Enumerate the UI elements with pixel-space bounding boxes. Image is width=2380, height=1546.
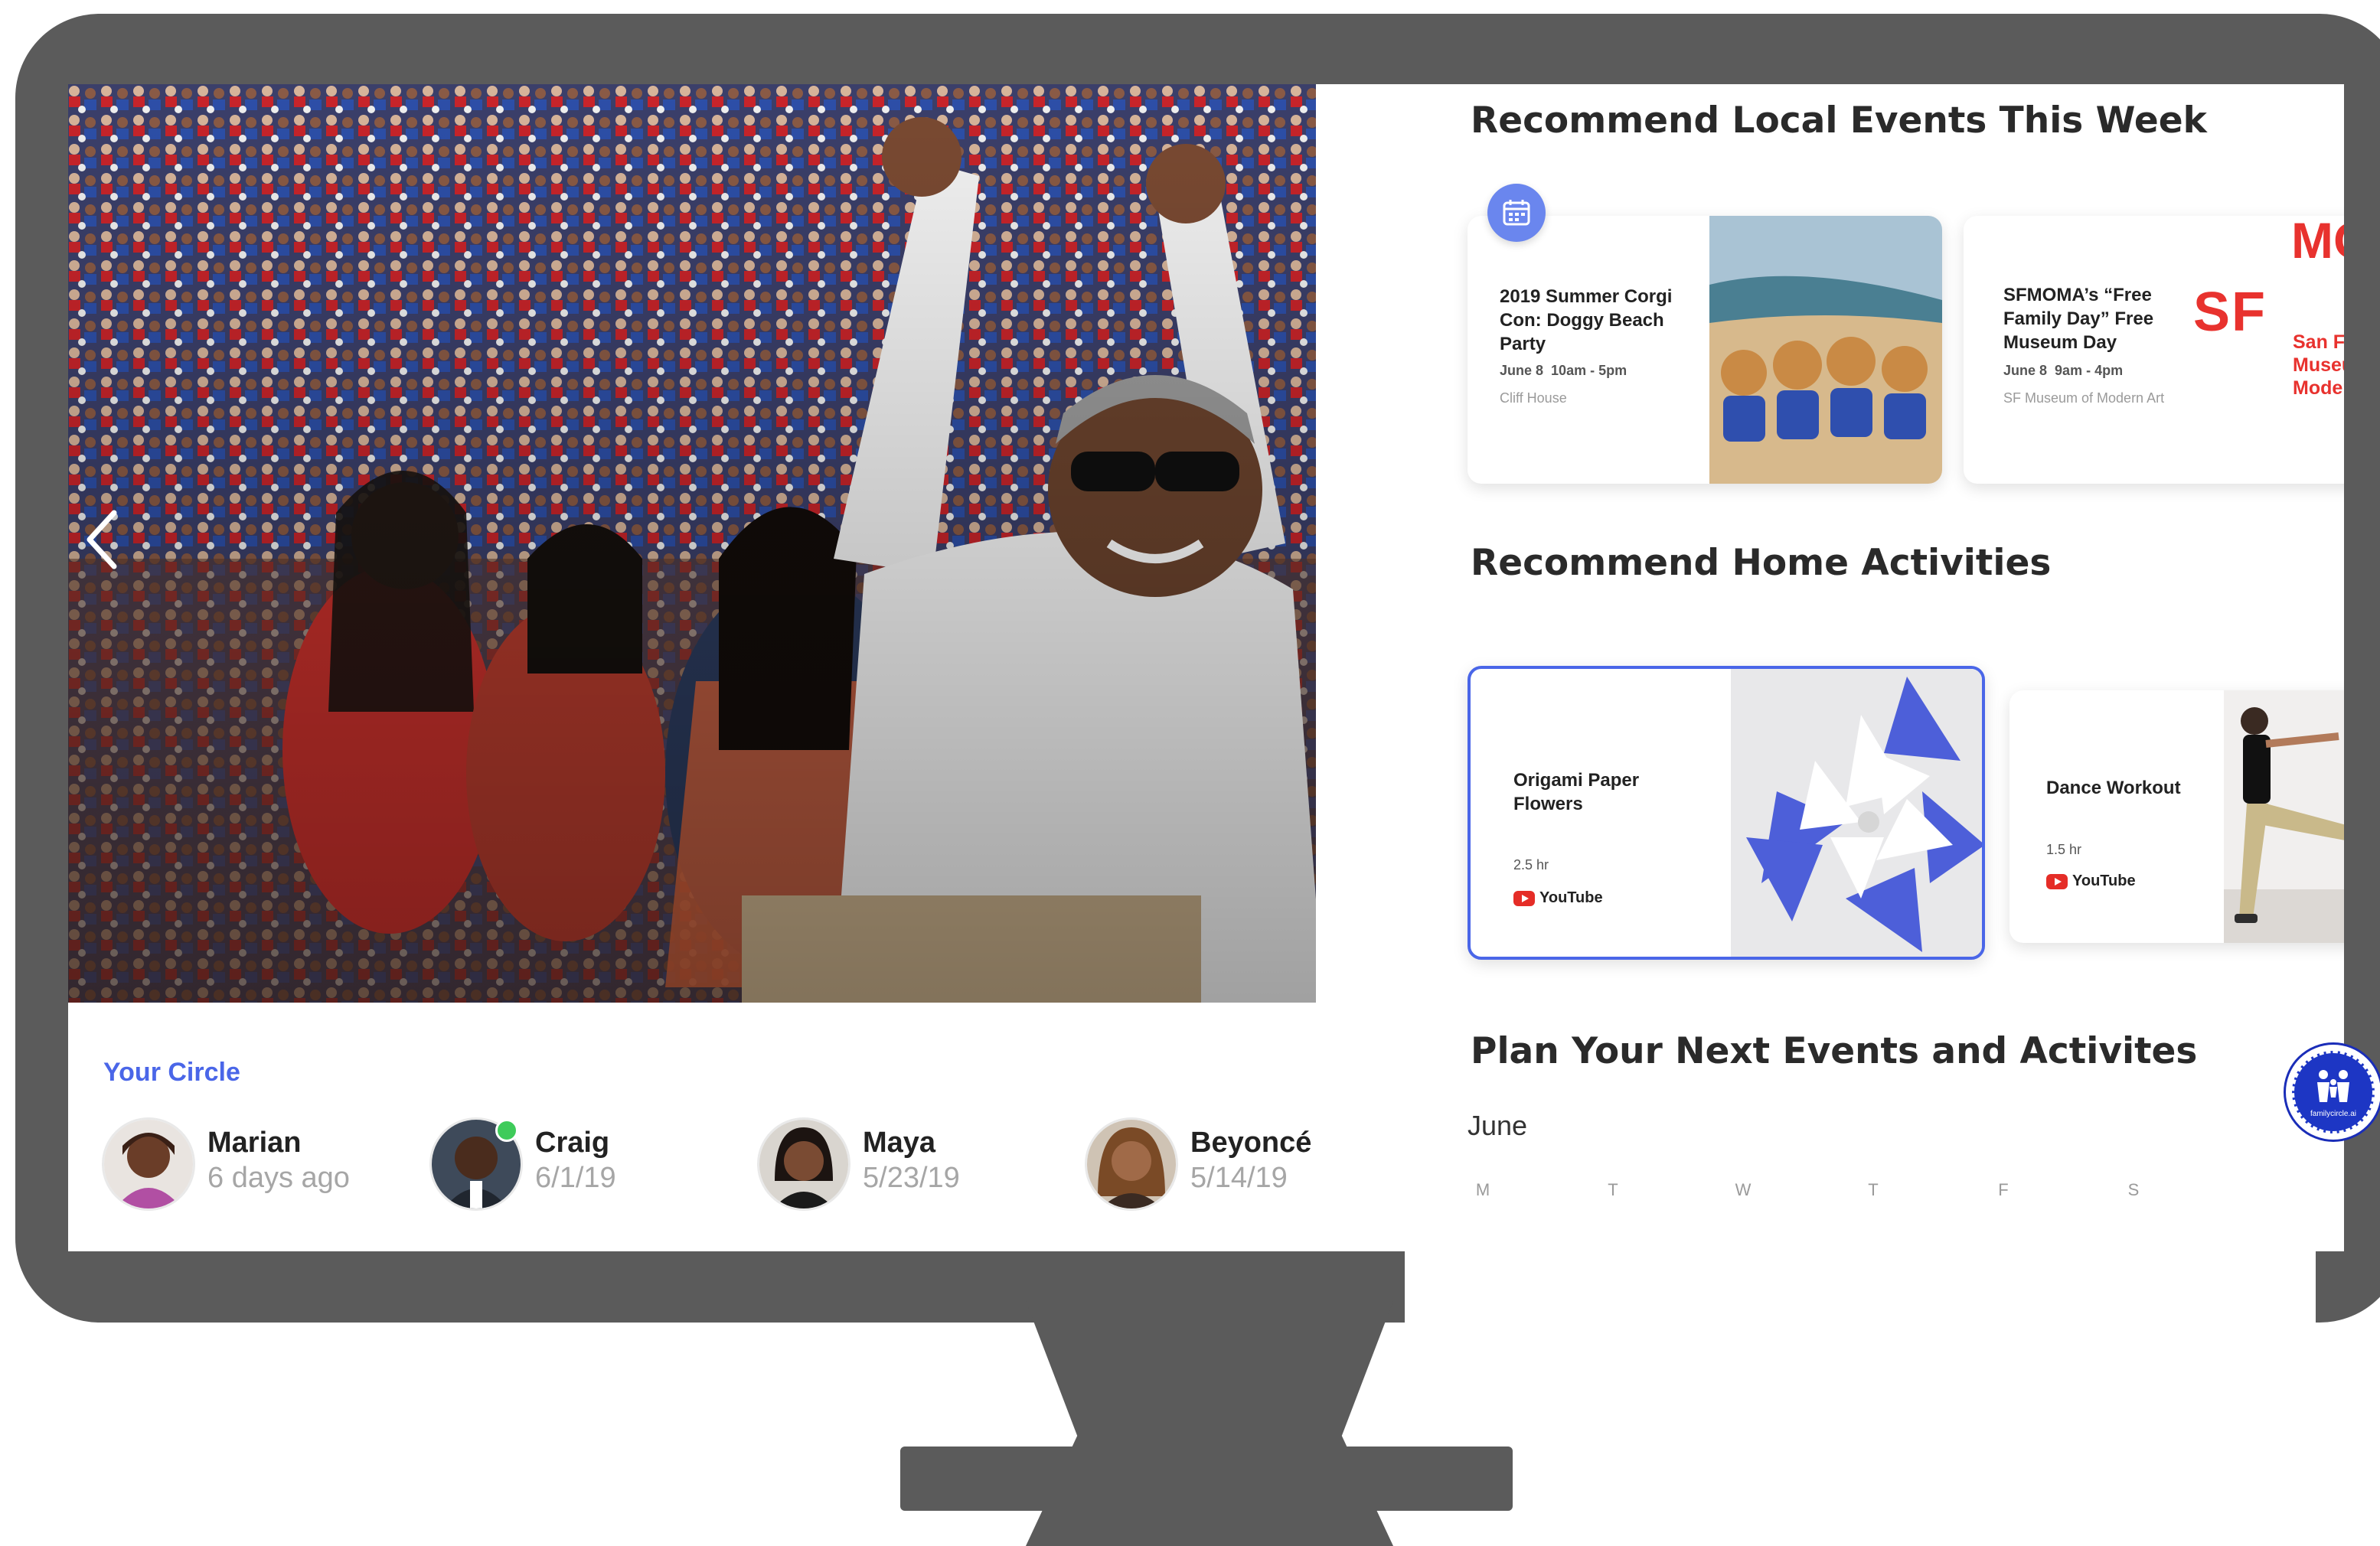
activity-title: Origami Paper Flowers <box>1513 770 1640 814</box>
weekday-monday[interactable]: M <box>1468 1180 1498 1200</box>
online-indicator <box>495 1119 518 1142</box>
avatar <box>1085 1117 1178 1211</box>
sfmoma-logo-sf: SF <box>2193 282 2267 343</box>
planner-title: Plan Your Next Events and Activites <box>1471 1030 2198 1072</box>
screen: Your Circle Marian 6 days ago Craig 6/1/… <box>68 84 2344 1251</box>
weekday-thursday[interactable]: T <box>1858 1180 1889 1200</box>
event-title: 2019 Summer Corgi Con: Doggy Beach Party <box>1500 286 1673 354</box>
member-last-seen: 5/14/19 <box>1190 1162 1288 1194</box>
member-name: Beyoncé <box>1190 1127 1312 1159</box>
event-title: SFMOMA’s “Free Family Day” Free Museum D… <box>2003 285 2154 353</box>
member-last-seen: 6/1/19 <box>535 1162 616 1194</box>
activity-card-dance-workout[interactable]: Dance Workout 1.5 hr YouTube <box>2009 690 2344 943</box>
event-location: Cliff House <box>1500 390 1567 406</box>
event-card-corgi-con[interactable]: 2019 Summer Corgi Con: Doggy Beach Party… <box>1468 216 1942 484</box>
circle-member-craig[interactable]: Craig 6/1/19 <box>429 1117 751 1217</box>
youtube-icon <box>2046 873 2068 889</box>
avatar <box>102 1117 195 1211</box>
weekday-tuesday[interactable]: T <box>1598 1180 1628 1200</box>
weekday-saturday[interactable]: S <box>2118 1180 2149 1200</box>
event-card-sfmoma[interactable]: SFMOMA’s “Free Family Day” Free Museum D… <box>1964 216 2344 484</box>
circle-member-maya[interactable]: Maya 5/23/19 <box>757 1117 1079 1217</box>
your-circle-title: Your Circle <box>103 1058 240 1087</box>
your-circle-section: Your Circle Marian 6 days ago Craig 6/1/… <box>68 1003 1405 1251</box>
member-name: Craig <box>535 1127 610 1159</box>
activity-image-dancer <box>2224 690 2344 943</box>
local-events-title: Recommend Local Events This Week <box>1471 99 2207 142</box>
carousel-prev-button[interactable] <box>76 497 129 582</box>
activity-duration: 1.5 hr <box>2046 842 2082 857</box>
chevron-right-icon <box>1328 96 1359 156</box>
activity-card-origami[interactable]: Origami Paper Flowers 2.5 hr YouTube <box>1468 666 1985 960</box>
sfmoma-logo-wordmark: San Fra Museu Moder <box>2293 331 2344 399</box>
member-name: Maya <box>863 1127 936 1159</box>
weekday-wednesday[interactable]: W <box>1728 1180 1758 1200</box>
event-image-corgis <box>1709 216 1942 484</box>
calendar-badge[interactable] <box>1487 184 1546 242</box>
brand-name: familycircle.ai <box>2310 1110 2356 1118</box>
calendar-icon <box>1503 200 1530 226</box>
youtube-source: YouTube <box>2046 872 2136 890</box>
youtube-icon <box>1513 890 1535 906</box>
activity-image-origami <box>1731 669 1982 957</box>
event-datetime: June 8 10am - 5pm <box>1500 363 1627 378</box>
home-activities-title: Recommend Home Activities <box>1471 542 2052 584</box>
family-photo-image <box>68 84 1405 1003</box>
activity-duration: 2.5 hr <box>1513 857 1549 872</box>
familycircle-brand-button[interactable]: familycircle.ai <box>2284 1042 2380 1142</box>
event-location: SF Museum of Modern Art <box>2003 390 2165 406</box>
chevron-left-icon <box>87 510 117 569</box>
sfmoma-logo-mo: MO <box>2291 216 2344 269</box>
weekday-friday[interactable]: F <box>1988 1180 2019 1200</box>
member-last-seen: 5/23/19 <box>863 1162 960 1194</box>
avatar <box>757 1117 850 1211</box>
member-name: Marian <box>207 1127 302 1159</box>
event-datetime: June 8 9am - 4pm <box>2003 363 2124 378</box>
circle-member-marian[interactable]: Marian 6 days ago <box>102 1117 423 1217</box>
calendar-month: June <box>1468 1110 1528 1141</box>
family-logo-icon: familycircle.ai <box>2292 1051 2375 1133</box>
featured-photo[interactable] <box>68 84 1405 1003</box>
circle-member-beyonce[interactable]: Beyoncé 5/14/19 <box>1085 1117 1406 1217</box>
monitor-stand-base <box>900 1447 1513 1511</box>
carousel-next-button[interactable] <box>1316 84 1405 1003</box>
member-last-seen: 6 days ago <box>207 1162 350 1194</box>
youtube-source: YouTube <box>1513 889 1603 907</box>
panel-overhang <box>1405 1251 2316 1366</box>
recommendations-panel: Recommend Local Events This Week 2019 Su… <box>1405 84 2344 1251</box>
activity-title: Dance Workout <box>2046 778 2181 798</box>
